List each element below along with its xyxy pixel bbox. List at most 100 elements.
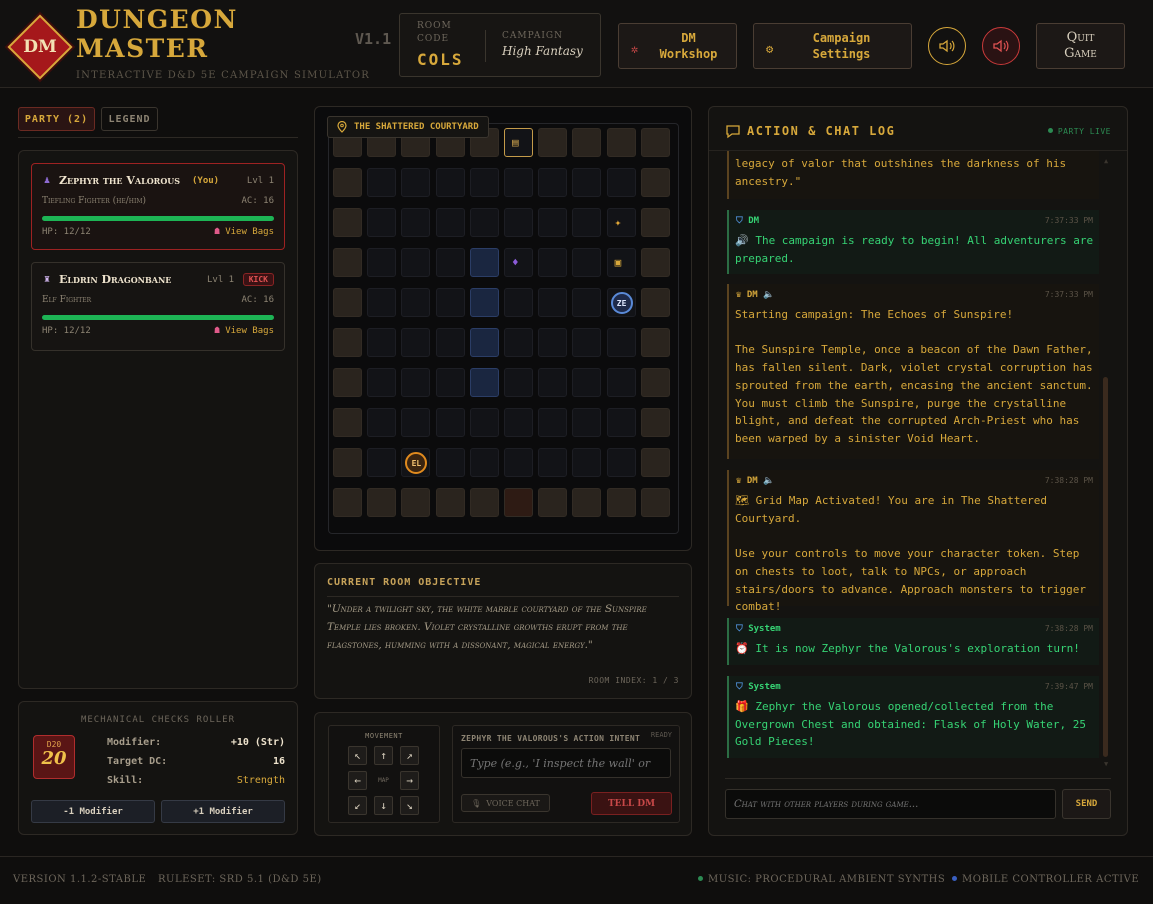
map-cell[interactable] [572, 208, 602, 237]
map-cell[interactable] [640, 128, 670, 157]
view-bags-link[interactable]: ☗ View Bags [214, 326, 274, 336]
map-cell[interactable] [367, 448, 397, 477]
map-cell[interactable] [538, 448, 568, 477]
map-cell[interactable] [435, 288, 465, 317]
map-cell[interactable] [435, 248, 465, 277]
map-cell[interactable] [640, 448, 670, 477]
map-cell[interactable] [538, 128, 568, 157]
map-cell[interactable] [401, 168, 431, 197]
map-cell[interactable] [640, 328, 670, 357]
action-intent-input[interactable] [461, 748, 671, 778]
map-cell[interactable] [504, 368, 533, 397]
send-button[interactable]: SEND [1062, 789, 1111, 819]
party-card-zephyr[interactable]: ♟ Zephyr the Valorous (You) Lvl 1 Tiefli… [31, 163, 285, 250]
map-cell[interactable] [333, 208, 362, 237]
move-down-left-button[interactable]: ↙ [348, 796, 367, 815]
map-cell[interactable] [469, 408, 499, 437]
map-cell[interactable] [367, 408, 397, 437]
map-cell[interactable] [572, 368, 602, 397]
map-cell[interactable] [367, 368, 397, 397]
map-cell[interactable] [606, 328, 636, 357]
d20-die[interactable]: D20 20 [33, 735, 75, 779]
map-cell[interactable] [401, 328, 431, 357]
map-cell[interactable] [401, 288, 431, 317]
quit-game-button[interactable]: Quit Game [1036, 23, 1125, 69]
map-cell[interactable] [333, 368, 362, 397]
map-cell[interactable] [606, 128, 636, 157]
map-cell[interactable] [469, 168, 499, 197]
map-cell[interactable] [538, 328, 568, 357]
map-cell[interactable] [640, 488, 670, 517]
kick-button[interactable]: KICK [242, 273, 274, 286]
map-cell[interactable] [401, 488, 431, 517]
crystal-icon[interactable]: ♦ [512, 256, 519, 269]
map-cell[interactable] [367, 248, 397, 277]
tab-party[interactable]: PARTY (2) [18, 107, 95, 131]
map-cell[interactable] [572, 328, 602, 357]
map-cell[interactable] [504, 328, 533, 357]
music-toggle-button[interactable] [928, 27, 966, 65]
chat-scrollbar[interactable]: ▲ ▼ [1103, 157, 1109, 768]
chat-messages[interactable]: legacy of valor that outshines the darkn… [709, 151, 1127, 771]
minus-modifier-button[interactable]: -1 Modifier [31, 800, 155, 823]
map-cell[interactable] [538, 368, 568, 397]
move-down-right-button[interactable]: ↘ [400, 796, 419, 815]
map-cell[interactable] [606, 168, 636, 197]
map-cell[interactable] [640, 408, 670, 437]
tab-legend[interactable]: LEGEND [101, 107, 158, 131]
map-cell[interactable] [401, 208, 431, 237]
scroll-down-icon[interactable]: ▼ [1104, 760, 1108, 768]
grid-map[interactable]: ▤ ✦ ♦ ▣ ZE EL [333, 128, 675, 524]
map-cell[interactable] [469, 488, 499, 517]
map-cell[interactable] [435, 408, 465, 437]
map-cell[interactable] [572, 168, 602, 197]
map-cell[interactable] [606, 408, 636, 437]
map-cell[interactable] [640, 288, 670, 317]
map-cell[interactable] [333, 488, 362, 517]
map-cell[interactable] [504, 408, 533, 437]
map-cell[interactable] [367, 328, 397, 357]
speaker-icon[interactable]: 🔈 [763, 476, 774, 486]
map-cell[interactable] [469, 368, 499, 397]
map-cell[interactable] [572, 128, 602, 157]
dm-workshop-button[interactable]: ✲ DM Workshop [618, 23, 737, 69]
map-cell[interactable] [469, 248, 499, 277]
map-cell[interactable] [333, 408, 362, 437]
map-cell[interactable] [469, 288, 499, 317]
map-cell[interactable] [640, 368, 670, 397]
scroll-up-icon[interactable]: ▲ [1104, 157, 1108, 165]
move-down-button[interactable]: ↓ [374, 796, 393, 815]
map-cell[interactable] [538, 488, 568, 517]
map-cell[interactable] [538, 248, 568, 277]
map-cell[interactable] [606, 488, 636, 517]
map-cell[interactable] [435, 448, 465, 477]
token-zephyr[interactable]: ZE [610, 292, 633, 314]
move-up-right-button[interactable]: ↗ [400, 746, 419, 765]
map-cell[interactable] [435, 368, 465, 397]
map-cell[interactable] [504, 208, 533, 237]
map-cell[interactable] [333, 168, 362, 197]
map-cell[interactable] [333, 248, 362, 277]
voice-chat-button[interactable]: 🎙 VOICE CHAT [461, 794, 550, 812]
voice-toggle-button[interactable] [982, 27, 1020, 65]
map-cell[interactable] [572, 408, 602, 437]
move-up-left-button[interactable]: ↖ [348, 746, 367, 765]
map-cell[interactable] [401, 248, 431, 277]
map-cell[interactable] [606, 368, 636, 397]
map-cell[interactable] [572, 288, 602, 317]
map-cell[interactable] [572, 488, 602, 517]
map-cell[interactable] [435, 328, 465, 357]
move-right-button[interactable]: → [400, 771, 419, 790]
chest-icon[interactable]: ▣ [615, 256, 622, 269]
map-cell[interactable] [333, 448, 362, 477]
map-cell[interactable] [469, 448, 499, 477]
map-cell[interactable] [435, 168, 465, 197]
map-cell[interactable] [435, 208, 465, 237]
map-cell[interactable] [640, 168, 670, 197]
map-cell[interactable] [572, 448, 602, 477]
map-cell[interactable] [640, 248, 670, 277]
move-up-button[interactable]: ↑ [374, 746, 393, 765]
move-left-button[interactable]: ← [348, 771, 367, 790]
campaign-settings-button[interactable]: ⚙ Campaign Settings [753, 23, 912, 69]
map-cell[interactable] [469, 208, 499, 237]
